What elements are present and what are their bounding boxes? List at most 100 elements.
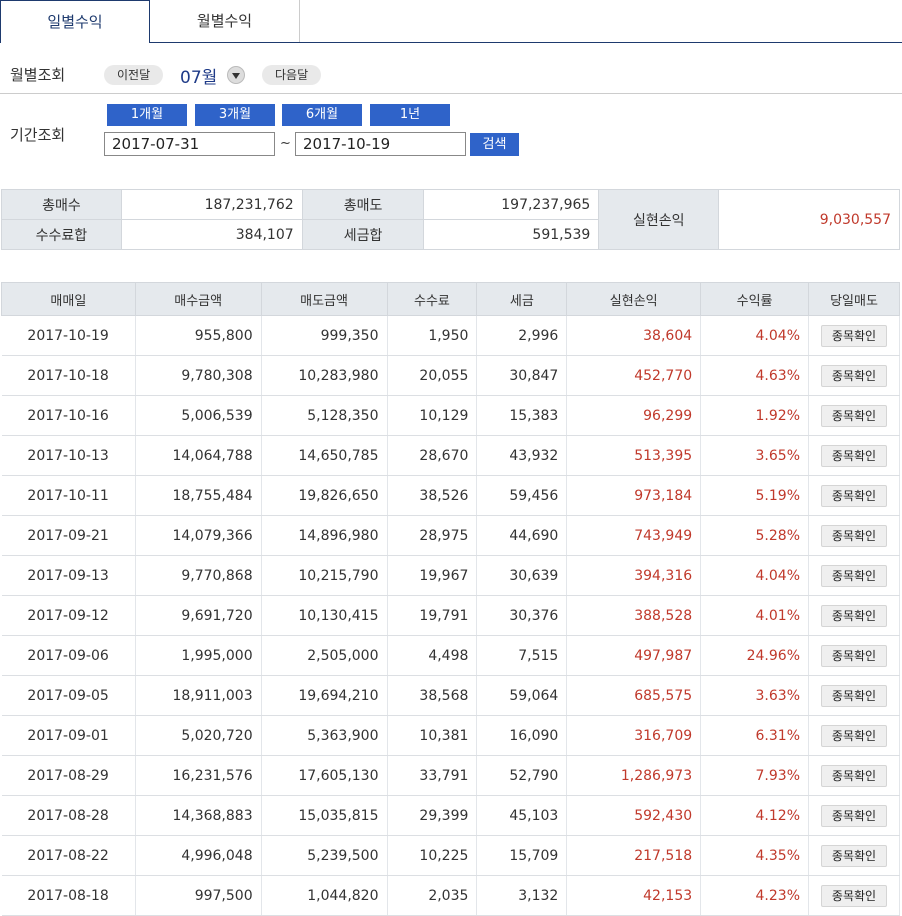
- check-stock-button[interactable]: 종목확인: [821, 724, 887, 747]
- cell-tax: 3,132: [476, 875, 568, 916]
- cell-tax: 30,639: [476, 555, 568, 596]
- cell-trade-date: 2017-09-21: [1, 515, 136, 556]
- cell-action: 종목확인: [808, 515, 900, 556]
- period-3month-button[interactable]: 3개월: [195, 104, 275, 126]
- cell-tax: 15,383: [476, 395, 568, 436]
- cell-buy-amount: 18,755,484: [135, 475, 262, 516]
- cell-action: 종목확인: [808, 755, 900, 796]
- cell-sell-amount: 14,650,785: [261, 435, 388, 476]
- header-same-day-sell: 당일매도: [808, 282, 900, 316]
- check-stock-button[interactable]: 종목확인: [821, 884, 887, 907]
- cell-profit-rate: 5.19%: [700, 475, 809, 516]
- cell-action: 종목확인: [808, 675, 900, 716]
- cell-profit-rate: 1.92%: [700, 395, 809, 436]
- check-stock-button[interactable]: 종목확인: [821, 644, 887, 667]
- tab-monthly-profit[interactable]: 월별수익: [150, 0, 300, 42]
- cell-buy-amount: 955,800: [135, 315, 262, 356]
- cell-realized-profit: 497,987: [566, 635, 702, 676]
- check-stock-button[interactable]: 종목확인: [821, 364, 887, 387]
- total-sell-label: 총매도: [301, 189, 425, 220]
- cell-profit-rate: 24.96%: [700, 635, 809, 676]
- cell-realized-profit: 1,286,973: [566, 755, 702, 796]
- cell-action: 종목확인: [808, 315, 900, 356]
- check-stock-button[interactable]: 종목확인: [821, 404, 887, 427]
- header-buy-amount: 매수금액: [134, 282, 262, 316]
- period-1month-button[interactable]: 1개월: [107, 104, 187, 126]
- search-button[interactable]: 검색: [470, 133, 519, 156]
- cell-buy-amount: 14,064,788: [135, 435, 262, 476]
- check-stock-button[interactable]: 종목확인: [821, 844, 887, 867]
- cell-trade-date: 2017-08-29: [1, 755, 136, 796]
- monthly-query-label: 월별조회: [10, 66, 66, 84]
- table-row: 2017-08-22 4,996,048 5,239,500 10,225 15,709…: [1, 835, 900, 876]
- tab-daily-profit[interactable]: 일별수익: [0, 0, 150, 43]
- summary-table: 총매수 187,231,762 총매도 197,237,965 실현손익 9,0…: [1, 189, 900, 250]
- cell-tax: 30,376: [476, 595, 568, 636]
- fee-sum-value: 384,107: [120, 219, 303, 250]
- period-1year-button[interactable]: 1년: [370, 104, 450, 126]
- cell-realized-profit: 743,949: [566, 515, 702, 556]
- check-stock-button[interactable]: 종목확인: [821, 764, 887, 787]
- cell-profit-rate: 4.35%: [700, 835, 809, 876]
- cell-sell-amount: 19,826,650: [261, 475, 388, 516]
- cell-profit-rate: 4.04%: [700, 555, 809, 596]
- cell-profit-rate: 4.23%: [700, 875, 809, 916]
- month-dropdown-icon[interactable]: [227, 66, 245, 84]
- cell-trade-date: 2017-10-11: [1, 475, 136, 516]
- check-stock-button[interactable]: 종목확인: [821, 444, 887, 467]
- table-row: 2017-09-05 18,911,003 19,694,210 38,568 59,0…: [1, 675, 900, 716]
- cell-sell-amount: 19,694,210: [261, 675, 388, 716]
- check-stock-button[interactable]: 종목확인: [821, 564, 887, 587]
- cell-realized-profit: 513,395: [566, 435, 702, 476]
- check-stock-button[interactable]: 종목확인: [821, 524, 887, 547]
- period-6month-button[interactable]: 6개월: [282, 104, 362, 126]
- cell-buy-amount: 1,995,000: [135, 635, 262, 676]
- cell-fee: 19,791: [387, 595, 478, 636]
- cell-tax: 7,515: [476, 635, 568, 676]
- cell-action: 종목확인: [808, 635, 900, 676]
- check-stock-button[interactable]: 종목확인: [821, 804, 887, 827]
- cell-buy-amount: 9,691,720: [135, 595, 262, 636]
- cell-profit-rate: 4.04%: [700, 315, 809, 356]
- end-date-input[interactable]: [295, 132, 466, 156]
- cell-action: 종목확인: [808, 835, 900, 876]
- start-date-input[interactable]: [104, 132, 275, 156]
- cell-sell-amount: 5,239,500: [261, 835, 388, 876]
- check-stock-button[interactable]: 종목확인: [821, 324, 887, 347]
- cell-sell-amount: 17,605,130: [261, 755, 388, 796]
- cell-tax: 2,996: [476, 315, 568, 356]
- cell-sell-amount: 10,215,790: [261, 555, 388, 596]
- current-month-value: 07월: [180, 68, 218, 88]
- table-row: 2017-09-13 9,770,868 10,215,790 19,967 30,63…: [1, 555, 900, 596]
- cell-profit-rate: 6.31%: [700, 715, 809, 756]
- cell-tax: 59,456: [476, 475, 568, 516]
- period-query-label: 기간조회: [10, 126, 66, 144]
- cell-fee: 20,055: [387, 355, 478, 396]
- check-stock-button[interactable]: 종목확인: [821, 684, 887, 707]
- cell-fee: 10,225: [387, 835, 478, 876]
- cell-sell-amount: 1,044,820: [261, 875, 388, 916]
- cell-trade-date: 2017-09-13: [1, 555, 136, 596]
- cell-trade-date: 2017-10-18: [1, 355, 136, 396]
- table-row: 2017-10-11 18,755,484 19,826,650 38,526 59,4…: [1, 475, 900, 516]
- cell-realized-profit: 452,770: [566, 355, 702, 396]
- cell-trade-date: 2017-09-05: [1, 675, 136, 716]
- realized-profit-label: 실현손익: [598, 189, 720, 250]
- cell-trade-date: 2017-10-16: [1, 395, 136, 436]
- check-stock-button[interactable]: 종목확인: [821, 484, 887, 507]
- prev-month-button[interactable]: 이전달: [104, 65, 164, 85]
- table-row: 2017-09-21 14,079,366 14,896,980 28,975 44,6…: [1, 515, 900, 556]
- header-profit-rate: 수익률: [700, 282, 809, 316]
- next-month-button[interactable]: 다음달: [262, 65, 322, 85]
- cell-action: 종목확인: [808, 475, 900, 516]
- tab-bar: 일별수익 월별수익: [0, 0, 902, 43]
- cell-trade-date: 2017-09-06: [1, 635, 136, 676]
- cell-action: 종목확인: [808, 875, 900, 916]
- table-row: 2017-10-18 9,780,308 10,283,980 20,055 30,84…: [1, 355, 900, 396]
- check-stock-button[interactable]: 종목확인: [821, 604, 887, 627]
- daily-profit-table: 매매일 매수금액 매도금액 수수료 세금 실현손익 수익률 당일매도 2017-…: [1, 282, 900, 916]
- table-row: 2017-10-19 955,800 999,350 1,950 2,996 38,604…: [1, 315, 900, 356]
- cell-action: 종목확인: [808, 395, 900, 436]
- cell-profit-rate: 3.65%: [700, 435, 809, 476]
- cell-trade-date: 2017-09-01: [1, 715, 136, 756]
